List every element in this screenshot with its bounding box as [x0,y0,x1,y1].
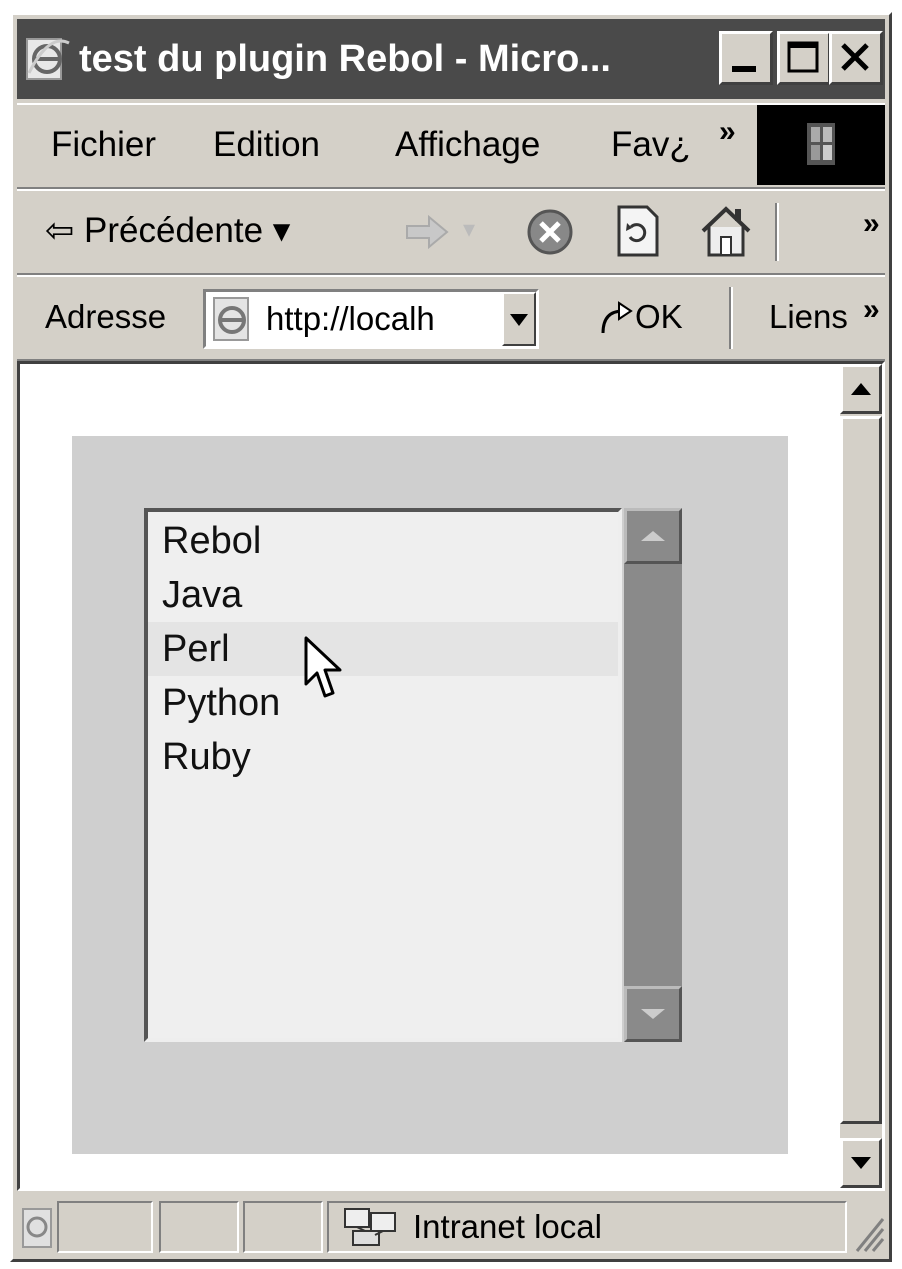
page-scrollbar[interactable] [840,364,882,1188]
address-url: http://localh [266,300,435,337]
minimize-icon [732,66,756,72]
scroll-down-icon [641,1009,665,1019]
refresh-icon[interactable] [615,205,661,257]
browser-window: test du plugin Rebol - Micro... Fichier … [10,12,892,1262]
scroll-up-icon [641,531,665,541]
menu-chevron-icon[interactable]: » [719,115,736,149]
scroll-up-button[interactable] [840,364,882,414]
address-dropdown-button[interactable] [502,292,536,346]
mouse-cursor-icon [304,636,342,698]
listbox-scrollbar[interactable] [624,508,682,1042]
status-bar: Intranet local [17,1195,885,1257]
ie-status-icon [22,1208,52,1248]
windows-logo-icon [757,105,885,185]
menu-favoris[interactable]: Fav¿c [611,105,691,185]
stop-icon[interactable] [525,207,575,257]
go-button[interactable]: OK [597,277,683,357]
back-button[interactable]: ⇦ Précédente ▾ [45,191,290,271]
menu-bar: Fichier Edition Affichage Fav¿c » [17,103,885,189]
ie-page-icon [213,297,249,341]
toolbar-chevron-icon[interactable]: » [863,207,880,241]
scroll-down-icon [851,1157,871,1169]
intranet-icon [344,1208,396,1246]
address-bar: Adresse http://localh OK Liens » [17,275,885,361]
address-label: Adresse [45,298,167,335]
list-item[interactable]: Rebol [162,514,261,568]
window-title: test du plugin Rebol - Micro... [79,38,611,80]
status-panel [159,1201,239,1253]
menu-affichage[interactable]: Affichage [395,105,540,185]
toolbar-separator [775,203,779,261]
go-label: OK [635,298,683,335]
menu-edition[interactable]: Edition [213,105,320,185]
list-item[interactable]: Ruby [162,730,251,784]
minimize-button[interactable] [719,31,773,85]
scroll-up-icon [851,383,871,395]
go-arrow-icon [601,301,633,334]
close-button[interactable] [829,31,883,85]
ie-icon [26,38,70,80]
address-separator [729,287,733,349]
status-panel [243,1201,323,1253]
list-item[interactable]: Python [162,676,280,730]
security-zone-panel: Intranet local [327,1201,847,1253]
scroll-thumb[interactable] [840,416,882,1124]
maximize-icon [787,41,819,73]
standard-toolbar: ⇦ Précédente ▾ ▾ » [17,189,885,275]
title-bar[interactable]: test du plugin Rebol - Micro... [17,19,885,99]
language-listbox[interactable]: Rebol Java Perl Python Ruby [144,508,622,1042]
rebol-plugin-area: Rebol Java Perl Python Ruby [72,436,788,1154]
page-content: Rebol Java Perl Python Ruby [17,361,885,1191]
listbox-scroll-up-button[interactable] [624,508,682,564]
listbox-scroll-down-button[interactable] [624,986,682,1042]
security-zone-label: Intranet local [413,1208,602,1245]
links-button[interactable]: Liens [769,277,848,357]
close-icon [841,43,869,71]
address-input[interactable]: http://localh [203,289,539,349]
menu-fichier[interactable]: Fichier [51,105,156,185]
home-icon[interactable] [699,203,753,259]
forward-arrow-icon[interactable] [405,215,449,249]
dropdown-arrow-icon [510,314,528,326]
list-item[interactable]: Java [162,568,242,622]
scroll-down-button[interactable] [840,1138,882,1188]
list-item[interactable]: Perl [162,622,230,676]
resize-grip-icon[interactable] [855,1215,885,1253]
status-panel [57,1201,153,1253]
links-chevron-icon[interactable]: » [863,293,880,327]
maximize-button[interactable] [777,31,831,85]
forward-dropdown-icon[interactable]: ▾ [463,215,475,244]
